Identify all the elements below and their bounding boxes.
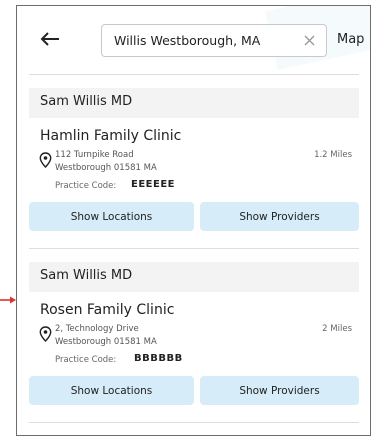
back-arrow-icon[interactable] — [39, 28, 61, 50]
pointer-arrow-icon — [0, 296, 16, 304]
clinic-name: Hamlin Family Clinic — [40, 128, 182, 144]
practice-code-label: Practice Code: — [55, 181, 117, 191]
search-input[interactable] — [112, 32, 296, 49]
practice-code: BBBBBB — [134, 353, 183, 364]
divider — [29, 74, 359, 75]
clinic-name: Rosen Family Clinic — [40, 302, 175, 318]
doctor-name: Sam Willis MD — [40, 94, 133, 109]
card-header: Sam Willis MD — [29, 88, 359, 118]
address-line2: Westborough 01581 MA — [55, 163, 157, 173]
app-screen: Map Sam Willis MD Hamlin Family Clinic 1… — [16, 5, 371, 436]
show-locations-button[interactable]: Show Locations — [29, 202, 194, 231]
practice-code: EEEEEE — [131, 179, 175, 190]
show-providers-button[interactable]: Show Providers — [200, 376, 359, 405]
distance: 2 Miles — [322, 324, 352, 334]
result-card: Sam Willis MD Rosen Family Clinic 2, Tec… — [29, 262, 359, 410]
clear-icon[interactable] — [303, 34, 316, 47]
practice-code-label: Practice Code: — [55, 355, 117, 365]
location-pin-icon — [39, 152, 52, 168]
address-line2: Westborough 01581 MA — [55, 337, 157, 347]
search-field[interactable] — [101, 24, 327, 57]
top-bar: Map — [17, 6, 370, 74]
address-line1: 112 Turnpike Road — [55, 150, 134, 160]
show-locations-button[interactable]: Show Locations — [29, 376, 194, 405]
show-providers-button[interactable]: Show Providers — [200, 202, 359, 231]
card-header: Sam Willis MD — [29, 262, 359, 292]
doctor-name: Sam Willis MD — [40, 268, 133, 283]
result-card: Sam Willis MD Hamlin Family Clinic 112 T… — [29, 88, 359, 236]
divider — [29, 248, 359, 249]
address-line1: 2, Technology Drive — [55, 324, 139, 334]
distance: 1.2 Miles — [314, 150, 352, 160]
divider — [29, 422, 359, 423]
map-link[interactable]: Map — [337, 32, 364, 47]
location-pin-icon — [39, 326, 52, 342]
